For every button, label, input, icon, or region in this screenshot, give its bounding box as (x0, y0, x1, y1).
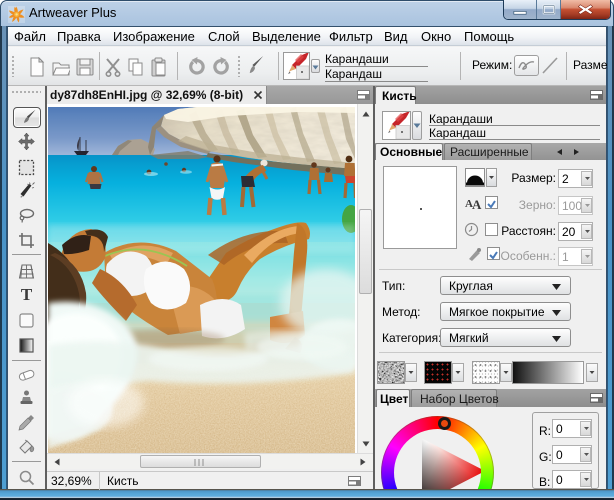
svg-text:A: A (472, 197, 482, 210)
svg-text:T: T (21, 286, 33, 303)
